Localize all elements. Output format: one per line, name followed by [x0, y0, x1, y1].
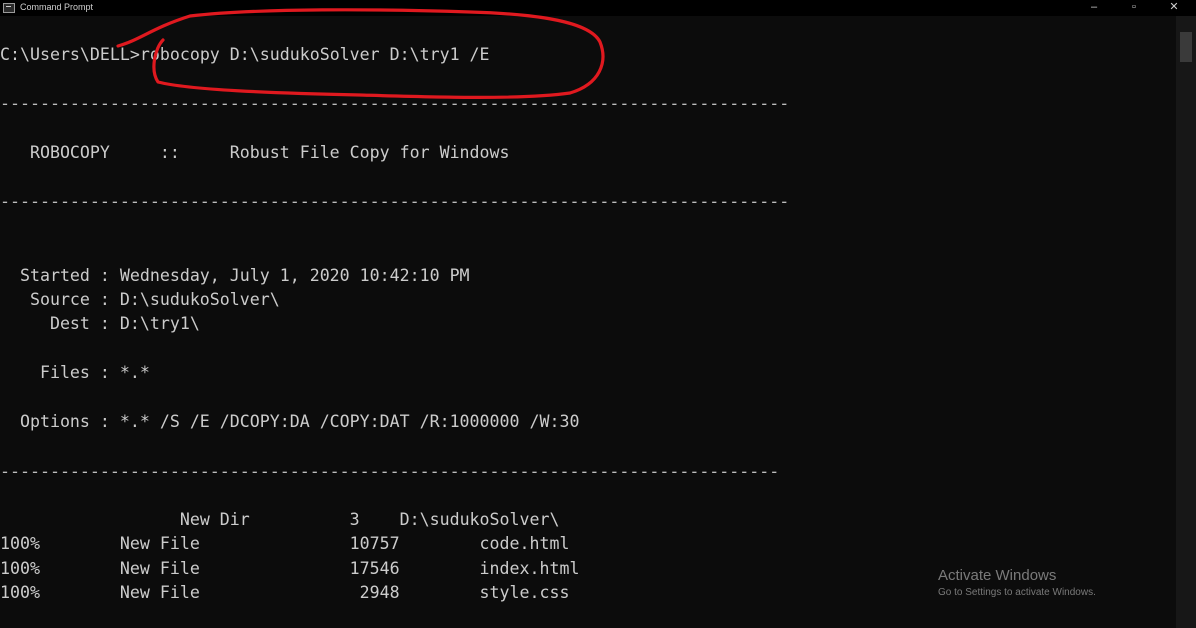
new-dir-row: New Dir 3 D:\sudukoSolver\ [0, 510, 560, 529]
command-prompt-path: C:\Users\DELL> [0, 45, 140, 64]
activate-windows-watermark: Activate Windows Go to Settings to activ… [938, 566, 1096, 600]
vertical-scrollbar[interactable] [1176, 16, 1196, 628]
separator: ----------------------------------------… [0, 462, 780, 481]
command-line: C:\Users\DELL>robocopy D:\sudukoSolver D… [0, 45, 490, 65]
files-line: Files : *.* [0, 363, 150, 382]
separator: ----------------------------------------… [0, 94, 790, 113]
scroll-thumb[interactable] [1180, 32, 1192, 62]
separator: ----------------------------------------… [0, 192, 790, 211]
started-line: Started : Wednesday, July 1, 2020 10:42:… [0, 266, 470, 285]
maximize-button[interactable]: ▫ [1120, 0, 1148, 16]
minimize-button[interactable]: – [1080, 0, 1108, 16]
new-file-row: 100% New File 17546 index.html [0, 559, 580, 578]
console-output[interactable]: C:\Users\DELL>robocopy D:\sudukoSolver D… [0, 16, 1176, 628]
command-text: robocopy D:\sudukoSolver D:\try1 /E [139, 45, 490, 64]
new-file-row: 100% New File 2948 style.css [0, 583, 570, 602]
robocopy-banner: ROBOCOPY :: Robust File Copy for Windows [0, 143, 510, 162]
options-line: Options : *.* /S /E /DCOPY:DA /COPY:DAT … [0, 412, 580, 431]
activate-windows-subtitle: Go to Settings to activate Windows. [938, 587, 1096, 598]
activate-windows-title: Activate Windows [938, 567, 1057, 584]
dest-line: Dest : D:\try1\ [0, 314, 200, 333]
close-button[interactable]: ✕ [1160, 0, 1188, 16]
title-bar: Command Prompt – ▫ ✕ [0, 0, 1196, 16]
command-prompt-icon [3, 3, 15, 13]
window-title: Command Prompt [20, 2, 94, 12]
new-file-row: 100% New File 10757 code.html [0, 534, 570, 553]
source-line: Source : D:\sudukoSolver\ [0, 290, 280, 309]
